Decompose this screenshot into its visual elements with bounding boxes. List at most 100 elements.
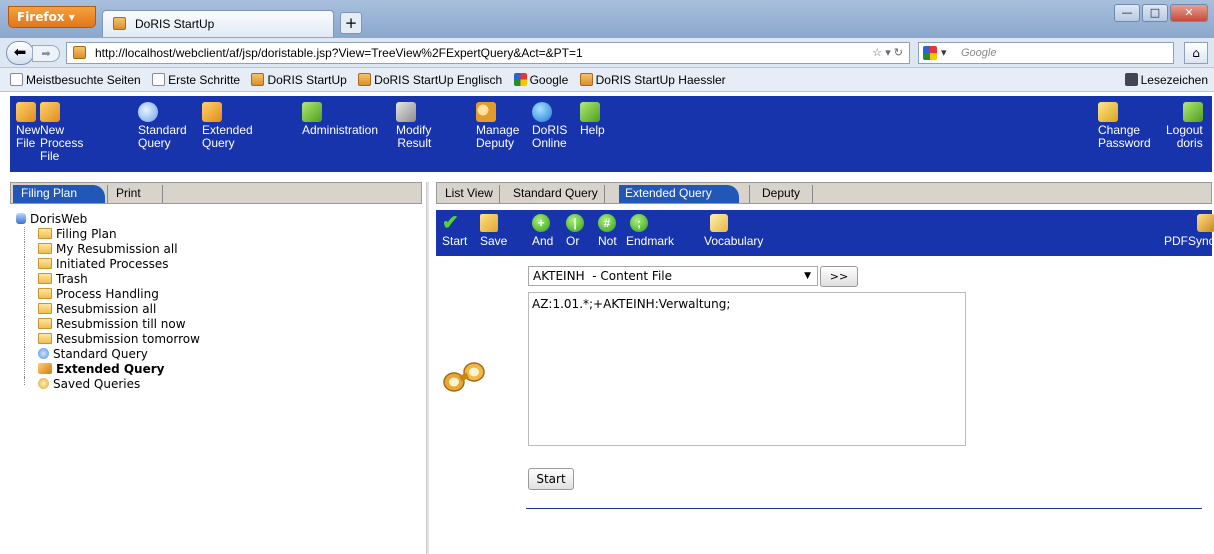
tab-filing-plan[interactable]: Filing Plan bbox=[13, 185, 105, 203]
new-tab-button[interactable]: + bbox=[340, 12, 362, 34]
firefox-menu-button[interactable]: Firefox ▾ bbox=[8, 6, 96, 28]
logout-button[interactable]: Logout doris bbox=[1166, 102, 1203, 150]
field-select[interactable]: AKTEINH - Content File ▼ bbox=[528, 266, 818, 286]
reload-icon[interactable]: ☆ ▾ ↻ bbox=[872, 43, 903, 63]
folder-icon bbox=[38, 258, 52, 269]
save-query-button[interactable]: Save bbox=[480, 214, 507, 248]
hash-icon: # bbox=[598, 214, 616, 232]
or-icon: | bbox=[566, 214, 584, 232]
bookmark-doris-englisch[interactable]: DoRIS StartUp Englisch bbox=[358, 73, 502, 87]
or-operator-button[interactable]: | Or bbox=[566, 214, 584, 248]
endmark-button[interactable]: ; Endmark bbox=[626, 214, 674, 248]
doris-icon bbox=[358, 73, 372, 86]
extended-query-button[interactable]: Extended Query bbox=[202, 102, 253, 150]
address-bar[interactable]: http://localhost/webclient/af/jsp/dorist… bbox=[66, 42, 910, 64]
folder-icon bbox=[38, 228, 52, 239]
tree-item-trash[interactable]: Trash bbox=[10, 272, 422, 287]
endmark-icon: ; bbox=[630, 214, 648, 232]
query-toolbar: ✔ Start Save + And | Or # Not ; Endmark Vocab… bbox=[436, 210, 1214, 256]
new-file-button[interactable]: New File bbox=[16, 102, 40, 150]
tree-item-resubmission-tomorrow[interactable]: Resubmission tomorrow bbox=[10, 332, 422, 347]
doris-icon bbox=[251, 73, 265, 86]
not-operator-button[interactable]: # Not bbox=[598, 214, 617, 248]
standard-query-button[interactable]: Standard Query bbox=[138, 102, 187, 150]
url-text: http://localhost/webclient/af/jsp/dorist… bbox=[95, 46, 583, 60]
and-operator-button[interactable]: + And bbox=[532, 214, 553, 248]
pdfsync-button[interactable]: PDFSync bbox=[1164, 214, 1214, 248]
panel-splitter[interactable] bbox=[426, 182, 429, 554]
page-icon bbox=[152, 73, 166, 86]
folder-icon bbox=[38, 273, 52, 284]
browser-titlebar: Firefox ▾ DoRIS StartUp + — □ ✕ bbox=[0, 0, 1214, 38]
tree-item-resubmission-all[interactable]: Resubmission all bbox=[10, 302, 422, 317]
manage-deputy-button[interactable]: Manage Deputy bbox=[476, 102, 519, 150]
tree-root[interactable]: DorisWeb bbox=[10, 212, 422, 227]
query-textarea[interactable]: AZ:1.01.*;+AKTEINH:Verwaltung; bbox=[528, 292, 966, 446]
chevron-down-icon: ▼ bbox=[804, 271, 811, 281]
tree-item-saved-queries[interactable]: Saved Queries bbox=[10, 377, 422, 392]
bookmark-meistbesuchte[interactable]: Meistbesuchte Seiten bbox=[10, 73, 141, 87]
window-controls: — □ ✕ bbox=[1114, 4, 1208, 24]
tree-item-resubmission-till-now[interactable]: Resubmission till now bbox=[10, 317, 422, 332]
browser-tab[interactable]: DoRIS StartUp bbox=[102, 10, 334, 37]
extended-query-icon bbox=[202, 102, 222, 122]
search-field[interactable]: ▾ Google ⚲ bbox=[918, 42, 1194, 64]
bookmark-doris-haessler[interactable]: DoRIS StartUp Haessler bbox=[579, 73, 726, 87]
folder-icon bbox=[38, 243, 52, 254]
tree-item-my-resubmission[interactable]: My Resubmission all bbox=[10, 242, 422, 257]
new-process-icon bbox=[40, 102, 60, 122]
modify-result-button[interactable]: Modify Result bbox=[396, 102, 431, 150]
start-button[interactable]: Start bbox=[528, 468, 574, 490]
magnifier-icon bbox=[38, 348, 49, 359]
folder-icon bbox=[38, 288, 52, 299]
right-panel: List View Standard Query Extended Query … bbox=[436, 182, 1214, 554]
tab-title: DoRIS StartUp bbox=[135, 17, 215, 31]
tab-print[interactable]: Print bbox=[107, 185, 163, 203]
minimize-icon[interactable]: — bbox=[1114, 4, 1140, 22]
vocabulary-button[interactable]: Vocabulary bbox=[704, 214, 763, 248]
tab-extended-query[interactable]: Extended Query bbox=[619, 185, 739, 203]
help-button[interactable]: Help bbox=[580, 102, 605, 137]
google-icon bbox=[923, 46, 937, 60]
tab-list-view[interactable]: List View bbox=[439, 185, 500, 203]
bookmarks-menu[interactable]: Lesezeichen bbox=[1124, 68, 1208, 92]
checkmark-icon: ✔ bbox=[442, 212, 459, 234]
doris-online-button[interactable]: DoRIS Online bbox=[532, 102, 567, 150]
bookmark-doris-startup[interactable]: DoRIS StartUp bbox=[251, 73, 347, 87]
book-icon bbox=[710, 214, 728, 232]
key-icon bbox=[1098, 102, 1118, 122]
database-icon bbox=[16, 213, 26, 224]
help-icon bbox=[580, 102, 600, 122]
folder-icon bbox=[38, 318, 52, 329]
add-field-button[interactable]: >> bbox=[820, 266, 858, 287]
new-process-file-button[interactable]: New Process File bbox=[40, 102, 83, 163]
main-toolbar: New File New Process File Standard Query… bbox=[10, 96, 1212, 172]
save-icon bbox=[480, 214, 498, 232]
left-panel: Filing Plan Print DorisWeb Filing Plan M… bbox=[10, 182, 422, 554]
magnifier-icon bbox=[138, 102, 158, 122]
right-tabbar: List View Standard Query Extended Query … bbox=[436, 182, 1212, 204]
globe-icon bbox=[532, 102, 552, 122]
bookmark-erste-schritte[interactable]: Erste Schritte bbox=[152, 73, 240, 87]
left-tabbar: Filing Plan Print bbox=[10, 182, 422, 204]
tree-item-process-handling[interactable]: Process Handling bbox=[10, 287, 422, 302]
close-icon[interactable]: ✕ bbox=[1170, 4, 1208, 22]
tree-item-filing-plan[interactable]: Filing Plan bbox=[10, 227, 422, 242]
administration-button[interactable]: Administration bbox=[302, 102, 378, 137]
tree-item-initiated-processes[interactable]: Initiated Processes bbox=[10, 257, 422, 272]
tab-deputy[interactable]: Deputy bbox=[749, 185, 814, 203]
new-file-icon bbox=[16, 102, 36, 122]
back-button[interactable]: ⬅ bbox=[6, 41, 34, 65]
binoculars-icon bbox=[443, 362, 485, 392]
folder-icon bbox=[38, 333, 52, 344]
tab-standard-query[interactable]: Standard Query bbox=[507, 185, 605, 203]
change-password-button[interactable]: Change Password bbox=[1098, 102, 1151, 150]
saved-query-icon bbox=[38, 378, 49, 389]
start-query-button[interactable]: ✔ Start bbox=[442, 212, 467, 248]
maximize-icon[interactable]: □ bbox=[1142, 4, 1168, 22]
home-button[interactable]: ⌂ bbox=[1184, 42, 1208, 64]
bookmark-google[interactable]: Google bbox=[513, 73, 568, 87]
forward-button[interactable]: ➡ bbox=[32, 45, 60, 62]
tree-item-extended-query[interactable]: Extended Query bbox=[10, 362, 422, 377]
tree-item-standard-query[interactable]: Standard Query bbox=[10, 347, 422, 362]
